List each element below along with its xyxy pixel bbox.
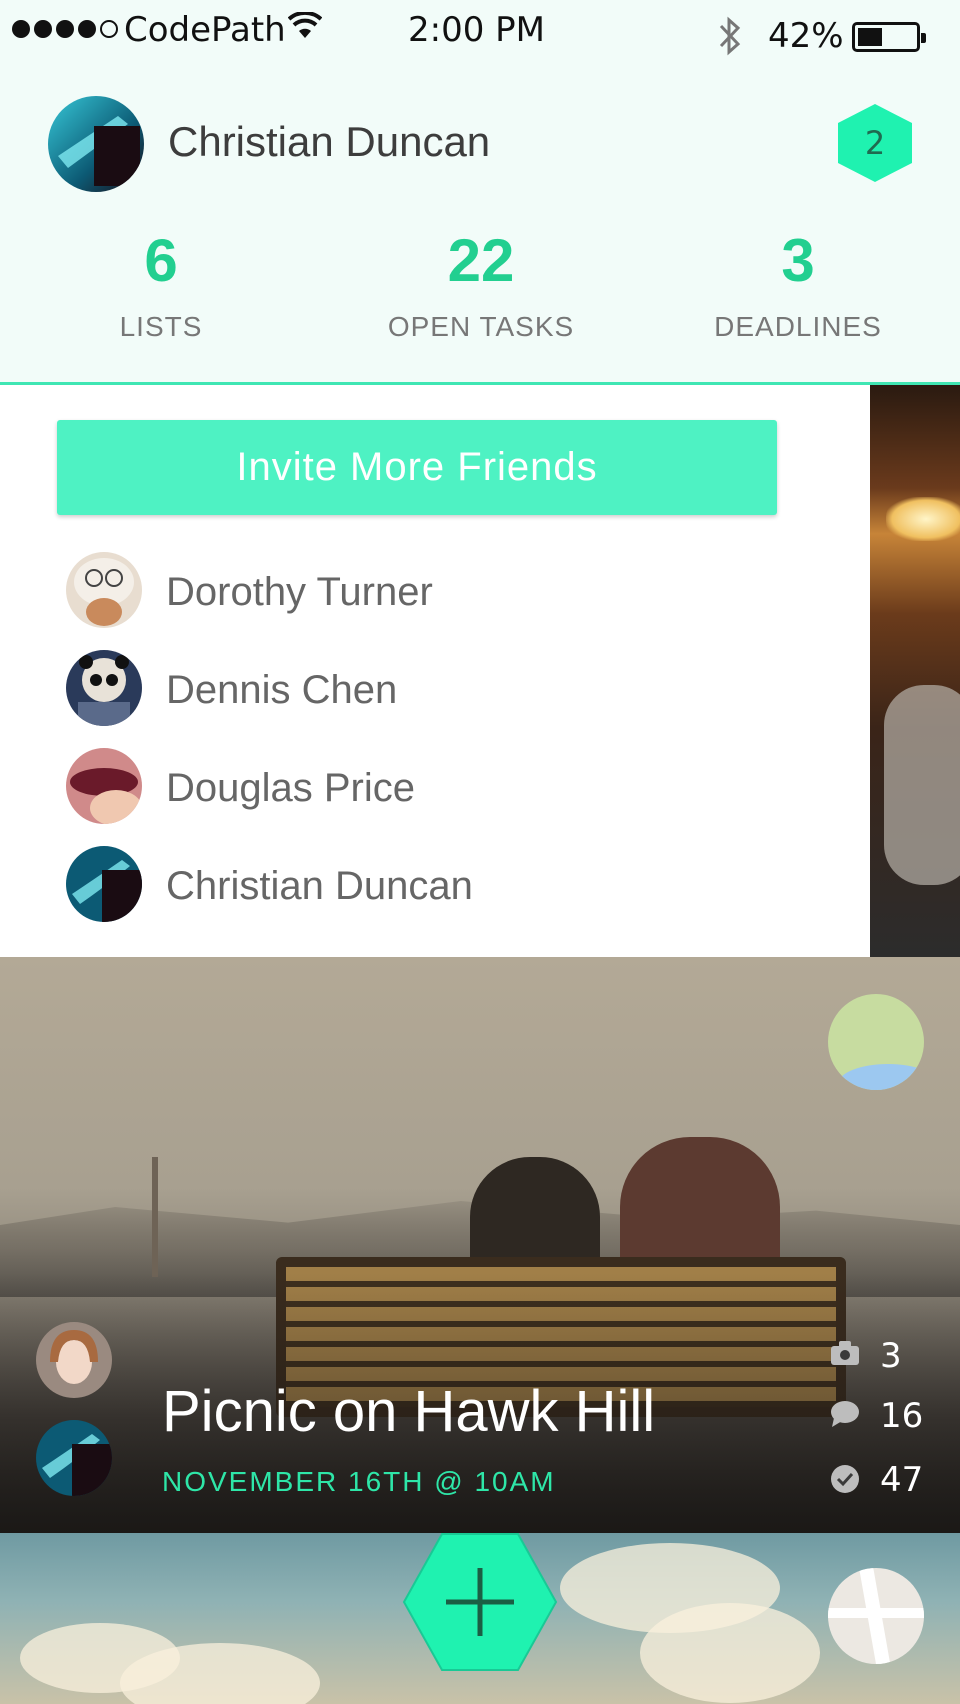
wifi-icon (288, 12, 322, 38)
comment-count: 16 (830, 1396, 950, 1436)
attendee-avatar[interactable] (36, 1322, 112, 1398)
clock: 2:00 PM (408, 10, 545, 50)
event-title[interactable]: Picnic on Hawk Hill (162, 1378, 655, 1445)
completed-count-value: 47 (880, 1460, 924, 1500)
stat-deadlines-value: 3 (781, 227, 815, 294)
status-bar: CodePath 2:00 PM 42% (0, 0, 960, 64)
bluetooth-icon (719, 16, 741, 56)
stat-lists[interactable]: 6 LISTS (41, 226, 281, 343)
stat-lists-label: LISTS (119, 311, 203, 342)
add-button[interactable] (400, 1532, 560, 1672)
comment-icon (831, 1401, 859, 1427)
stat-deadlines-label: DEADLINES (714, 311, 882, 342)
comment-count-value: 16 (880, 1396, 924, 1436)
friend-name: Christian Duncan (166, 864, 473, 908)
completed-count: 47 (830, 1460, 950, 1500)
friend-item-christian-duncan[interactable]: Christian Duncan (66, 846, 766, 924)
attendee-avatar[interactable] (36, 1420, 112, 1496)
invite-friends-button[interactable]: Invite More Friends (57, 420, 777, 515)
stat-open-tasks-value: 22 (447, 227, 515, 294)
photo-count: 3 (830, 1336, 950, 1376)
next-event-map-thumbnail[interactable] (828, 1568, 924, 1664)
notification-count: 2 (864, 124, 886, 162)
friend-name: Douglas Price (166, 766, 416, 810)
side-card-photo[interactable] (870, 385, 960, 957)
user-avatar[interactable] (48, 96, 144, 192)
camera-icon (831, 1341, 859, 1365)
event-map-thumbnail[interactable] (828, 994, 924, 1090)
event-card[interactable] (0, 957, 960, 1533)
friend-name: Dorothy Turner (166, 570, 433, 614)
stat-lists-value: 6 (144, 227, 178, 294)
friend-item-douglas-price[interactable]: Douglas Price (66, 748, 766, 826)
stat-open-tasks-label: OPEN TASKS (387, 311, 575, 342)
friend-avatar (66, 748, 142, 824)
user-name: Christian Duncan (168, 118, 491, 165)
notification-badge[interactable]: 2 (836, 102, 914, 184)
carrier-name: CodePath (124, 10, 286, 50)
battery-icon (852, 22, 926, 52)
battery-percent: 42% (768, 16, 844, 56)
photo-count-value: 3 (880, 1336, 902, 1376)
friend-avatar (66, 846, 142, 922)
stat-open-tasks[interactable]: 22 OPEN TASKS (361, 226, 601, 343)
friend-item-dorothy-turner[interactable]: Dorothy Turner (66, 552, 766, 630)
friend-avatar (66, 552, 142, 628)
stat-deadlines[interactable]: 3 DEADLINES (678, 226, 918, 343)
signal-strength-icon (12, 20, 118, 38)
checkmark-icon (831, 1465, 859, 1493)
friend-item-dennis-chen[interactable]: Dennis Chen (66, 650, 766, 728)
friend-name: Dennis Chen (166, 668, 398, 712)
friend-avatar (66, 650, 142, 726)
event-date: NOVEMBER 16TH @ 10AM (162, 1466, 556, 1497)
plus-icon (402, 1533, 558, 1671)
